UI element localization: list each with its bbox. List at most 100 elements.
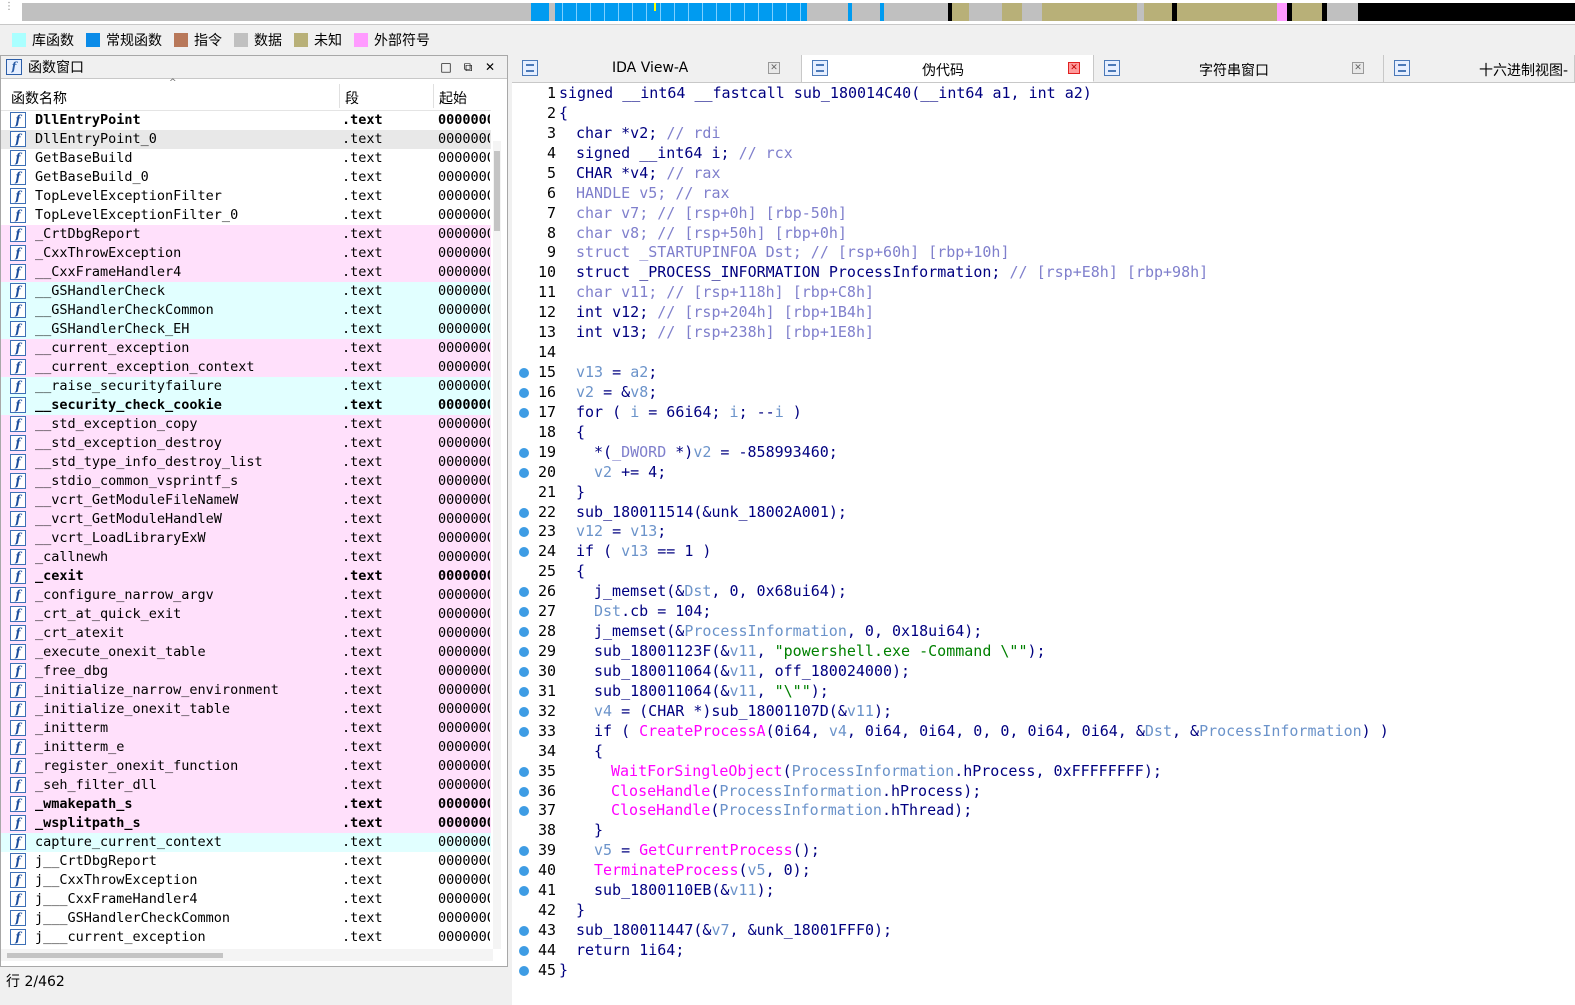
function-row[interactable]: f __std_exception_copy .text 0000000	[1, 415, 491, 434]
function-row[interactable]: f __current_exception_context .text 0000000	[1, 358, 491, 377]
code-line[interactable]: 23 v12 = v13;	[512, 522, 1575, 542]
breakpoint-dot-icon[interactable]	[519, 866, 529, 877]
breakpoint-dot-icon[interactable]	[519, 547, 529, 558]
nav-segment-unknown[interactable]	[1292, 3, 1322, 21]
float-window-icon[interactable]: ⧉	[457, 58, 479, 76]
code-line[interactable]: 26 j_memset(&Dst, 0, 0x68ui64);	[512, 582, 1575, 602]
function-row[interactable]: f _callnewh .text 0000000	[1, 548, 491, 567]
code-line[interactable]: 2{	[512, 104, 1575, 124]
nav-segment-data[interactable]	[1327, 3, 1358, 21]
breakpoint-dot-icon[interactable]	[519, 945, 529, 956]
tab-hex-view[interactable]: 十六进制视图-	[1384, 55, 1575, 82]
nav-segment-regular[interactable]	[555, 3, 807, 21]
function-row[interactable]: f j__CrtDbgReport .text 0000000	[1, 852, 491, 871]
nav-segment-unknown[interactable]	[952, 3, 969, 21]
code-line[interactable]: 18 {	[512, 423, 1575, 443]
function-row[interactable]: f __GSHandlerCheckCommon .text 0000000	[1, 301, 491, 320]
close-icon[interactable]: ✕	[479, 58, 501, 76]
nav-segment-data[interactable]	[884, 3, 948, 21]
function-row[interactable]: f j___current_exception .text 0000000	[1, 928, 491, 947]
code-line[interactable]: 9 struct _STARTUPINFOA Dst; // [rsp+60h] …	[512, 243, 1575, 263]
function-list[interactable]: f DllEntryPoint .text 0000000 f DllEntryPoint…	[1, 111, 491, 949]
code-line[interactable]: 13 int v13; // [rsp+238h] [rbp+1E8h]	[512, 323, 1575, 343]
code-line[interactable]: 42}	[512, 901, 1575, 921]
breakpoint-dot-icon[interactable]	[519, 886, 529, 897]
function-row[interactable]: f __stdio_common_vsprintf_s .text 0000000	[1, 472, 491, 491]
nav-segment-data[interactable]	[1022, 3, 1042, 21]
function-row[interactable]: f GetBaseBuild .text 0000000	[1, 149, 491, 168]
code-line[interactable]: 29 sub_18001123F(&v11, "powershell.exe -C…	[512, 642, 1575, 662]
column-header-segment[interactable]: 段	[345, 88, 359, 108]
code-line[interactable]: 17 for ( i = 66i64; i; --i )	[512, 403, 1575, 423]
breakpoint-dot-icon[interactable]	[519, 686, 529, 697]
function-row[interactable]: f __std_exception_destroy .text 0000000	[1, 434, 491, 453]
function-row[interactable]: f _execute_onexit_table .text 0000000	[1, 643, 491, 662]
code-line[interactable]: 16 v2 = &v8;	[512, 383, 1575, 403]
vertical-scrollbar[interactable]	[493, 141, 501, 949]
function-row[interactable]: f _wsplitpath_s .text 0000000	[1, 814, 491, 833]
code-line[interactable]: 21}	[512, 483, 1575, 503]
breakpoint-dot-icon[interactable]	[519, 387, 529, 398]
function-row[interactable]: f _CrtDbgReport .text 0000000	[1, 225, 491, 244]
code-line[interactable]: 24 if ( v13 == 1 )	[512, 542, 1575, 562]
function-row[interactable]: f _configure_narrow_argv .text 0000000	[1, 586, 491, 605]
function-row[interactable]: f capture_current_context .text 0000000	[1, 833, 491, 852]
function-row[interactable]: f _wmakepath_s .text 0000000	[1, 795, 491, 814]
function-row[interactable]: f _initialize_narrow_environment .text 0000…	[1, 681, 491, 700]
nav-segment-data[interactable]	[852, 3, 880, 21]
nav-segment-data[interactable]	[22, 3, 531, 21]
code-line[interactable]: 44 return 1i64;	[512, 941, 1575, 961]
nav-segment-unknown[interactable]	[1002, 3, 1022, 21]
breakpoint-dot-icon[interactable]	[519, 726, 529, 737]
breakpoint-dot-icon[interactable]	[519, 447, 529, 458]
breakpoint-dot-icon[interactable]	[519, 407, 529, 418]
code-line[interactable]: 36 CloseHandle(ProcessInformation.hProces…	[512, 782, 1575, 802]
function-row[interactable]: f __vcrt_GetModuleFileNameW .text 0000000	[1, 491, 491, 510]
nav-segment-data[interactable]	[1137, 3, 1144, 21]
code-line[interactable]: 8 char v8; // [rsp+50h] [rbp+0h]	[512, 224, 1575, 244]
nav-segment-data[interactable]	[969, 3, 1002, 21]
nav-segment-unexplored[interactable]	[1358, 3, 1575, 21]
function-row[interactable]: f _crt_at_quick_exit .text 0000000	[1, 605, 491, 624]
code-line[interactable]: 30 sub_180011064(&v11, off_180024000);	[512, 662, 1575, 682]
function-row[interactable]: f _initterm_e .text 0000000	[1, 738, 491, 757]
code-line[interactable]: 39 v5 = GetCurrentProcess();	[512, 841, 1575, 861]
nav-segment-data[interactable]	[807, 3, 848, 21]
tab-pseudocode[interactable]: 伪代码 ✕	[802, 55, 1094, 82]
code-line[interactable]: 32 v4 = (CHAR *)sub_18001107D(&v11);	[512, 702, 1575, 722]
code-line[interactable]: 5 CHAR *v4; // rax	[512, 164, 1575, 184]
function-row[interactable]: f _register_onexit_function .text 0000000	[1, 757, 491, 776]
scrollbar-thumb[interactable]	[7, 953, 223, 958]
code-line[interactable]: 22 sub_180011514(&unk_18002A001);	[512, 503, 1575, 523]
navigation-band[interactable]: ⋮	[0, 0, 1575, 25]
tab-close-icon[interactable]: ✕	[1068, 62, 1080, 74]
nav-segment-unknown[interactable]	[1177, 3, 1277, 21]
function-row[interactable]: f _initialize_onexit_table .text 0000000	[1, 700, 491, 719]
breakpoint-dot-icon[interactable]	[519, 507, 529, 518]
code-line[interactable]: 33 if ( CreateProcessA(0i64, v4, 0i64, 0i…	[512, 722, 1575, 742]
function-row[interactable]: f j___GSHandlerCheckCommon .text 0000000	[1, 909, 491, 928]
code-line[interactable]: 14	[512, 343, 1575, 363]
function-row[interactable]: f _initterm .text 0000000	[1, 719, 491, 738]
code-line[interactable]: 37 CloseHandle(ProcessInformation.hThread…	[512, 801, 1575, 821]
function-row[interactable]: f DllEntryPoint_0 .text 0000000	[1, 130, 491, 149]
function-row[interactable]: f DllEntryPoint .text 0000000	[1, 111, 491, 130]
breakpoint-dot-icon[interactable]	[519, 926, 529, 937]
breakpoint-dot-icon[interactable]	[519, 627, 529, 638]
maximize-icon[interactable]: □	[435, 58, 457, 76]
code-line[interactable]: 12 int v12; // [rsp+204h] [rbp+1B4h]	[512, 303, 1575, 323]
code-line[interactable]: 34 {	[512, 742, 1575, 762]
code-line[interactable]: 35 WaitForSingleObject(ProcessInformation…	[512, 762, 1575, 782]
function-row[interactable]: f __security_check_cookie .text 0000000	[1, 396, 491, 415]
function-row[interactable]: f __raise_securityfailure .text 0000000	[1, 377, 491, 396]
breakpoint-dot-icon[interactable]	[519, 846, 529, 857]
code-line[interactable]: 3 char *v2; // rdi	[512, 124, 1575, 144]
navigation-strip[interactable]	[22, 3, 1575, 21]
code-line[interactable]: 43 sub_180011447(&v7, &unk_18001FFF0);	[512, 921, 1575, 941]
column-header-name[interactable]: 函数名称	[11, 88, 67, 108]
function-row[interactable]: f GetBaseBuild_0 .text 0000000	[1, 168, 491, 187]
function-row[interactable]: f __std_type_info_destroy_list .text 000000…	[1, 453, 491, 472]
tab-close-icon[interactable]: ✕	[768, 62, 780, 74]
breakpoint-dot-icon[interactable]	[519, 368, 529, 379]
function-row[interactable]: f __vcrt_LoadLibraryExW .text 0000000	[1, 529, 491, 548]
